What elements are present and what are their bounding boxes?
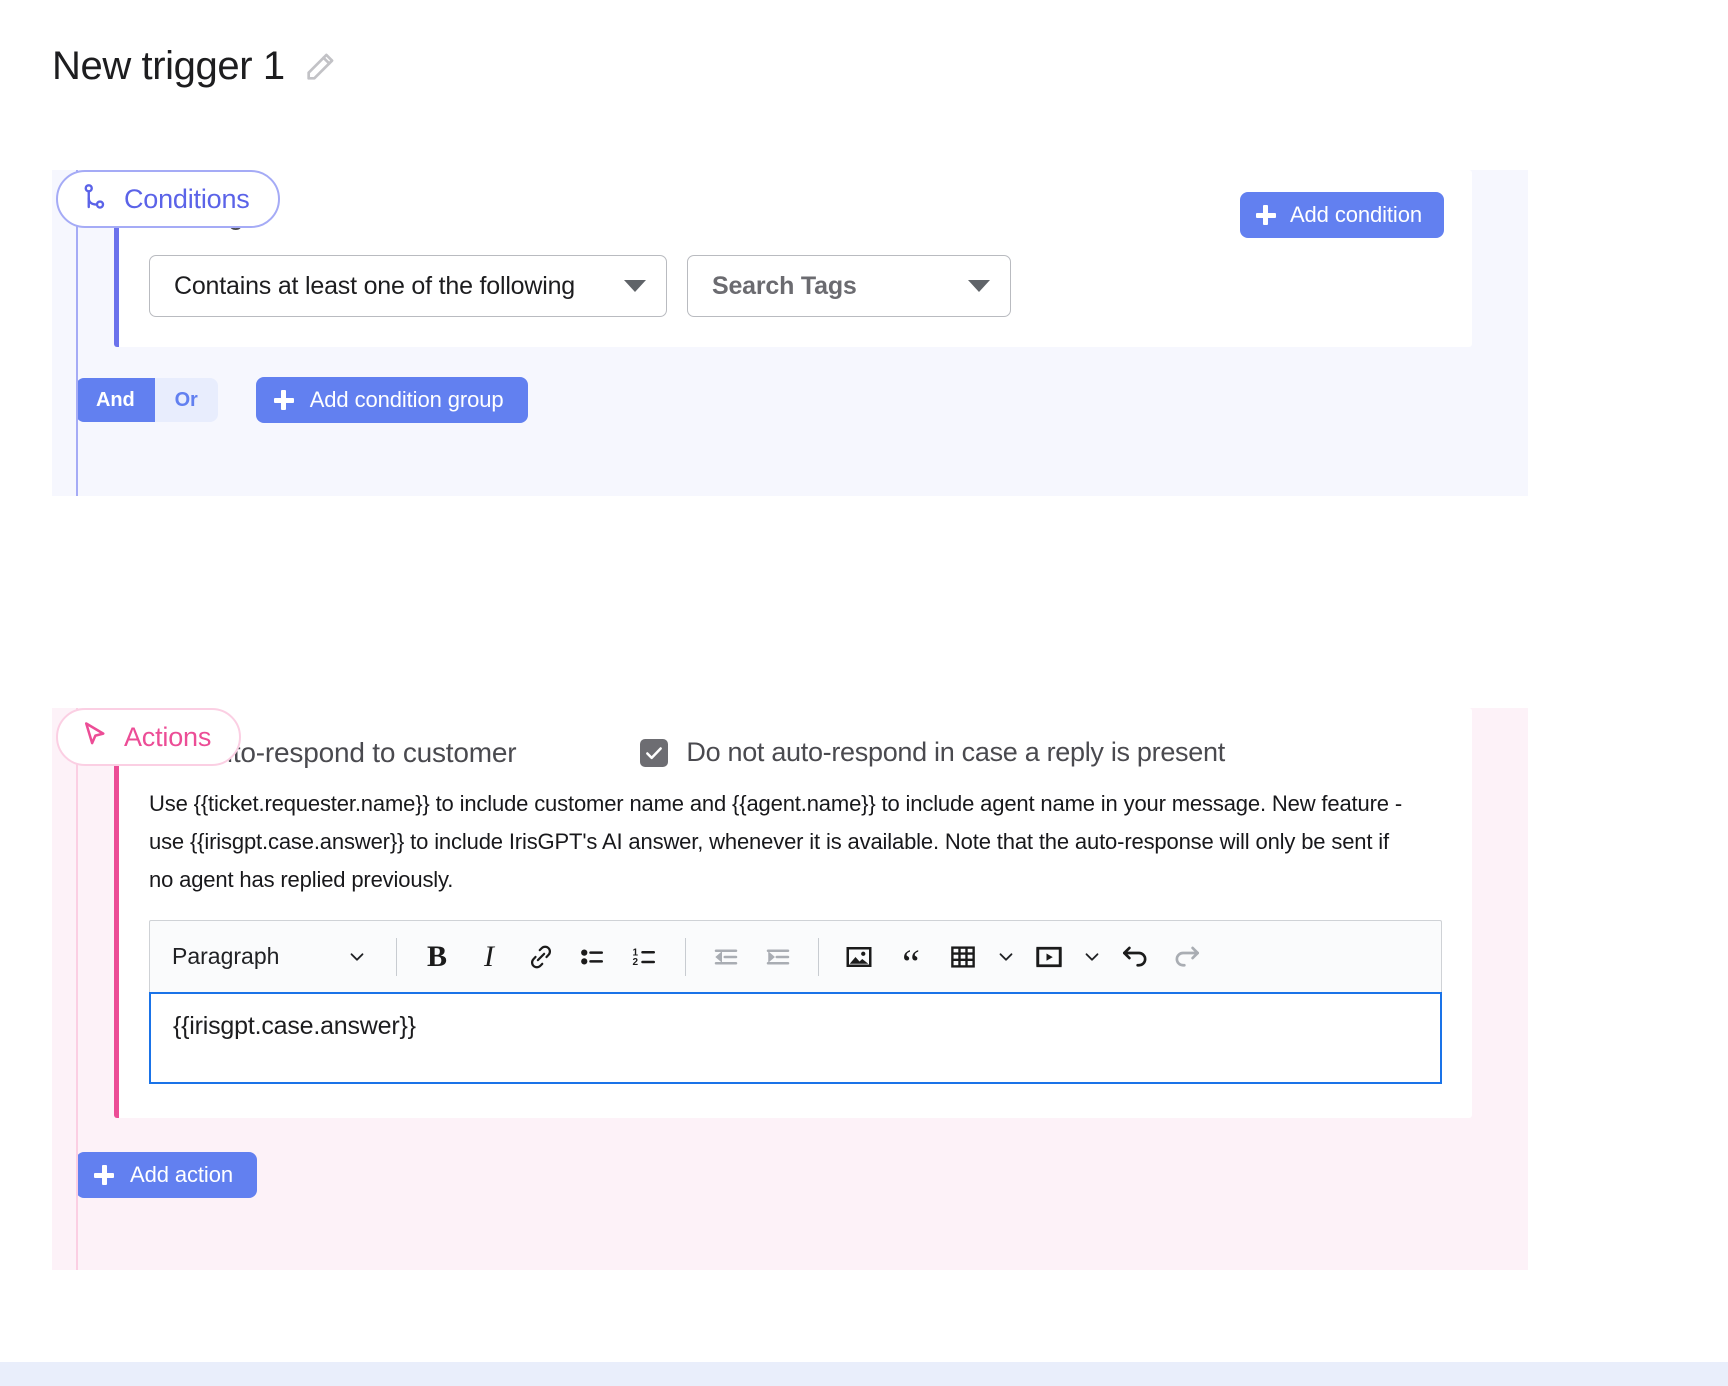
link-icon[interactable]: [515, 933, 567, 981]
action-card: Auto-respond to customer Do not auto-res…: [114, 708, 1472, 1119]
plus-icon: [94, 1165, 114, 1186]
actions-connector: [76, 708, 78, 1270]
add-condition-button[interactable]: Add condition: [1239, 192, 1444, 238]
add-action-button[interactable]: Add action: [76, 1152, 257, 1199]
add-condition-label: Add condition: [1289, 202, 1422, 227]
blockquote-icon[interactable]: “: [885, 940, 937, 988]
conditions-section: Conditions Tags Add condition Conta: [0, 170, 1728, 586]
undo-icon[interactable]: [1109, 933, 1161, 981]
no-autorespond-checkbox[interactable]: [640, 738, 669, 767]
italic-icon[interactable]: I: [463, 933, 515, 981]
conditions-panel: Tags Add condition Contains at least one…: [52, 170, 1528, 496]
media-icon[interactable]: [1023, 933, 1075, 981]
caret-down-icon: [624, 280, 646, 292]
bold-icon[interactable]: B: [411, 933, 463, 981]
action-description: Use {{ticket.requester.name}} to include…: [149, 791, 1402, 892]
editor-content[interactable]: {{irisgpt.case.answer}}: [149, 992, 1442, 1085]
cursor-icon: [80, 720, 110, 755]
condition-operator-value: Contains at least one of the following: [174, 271, 575, 300]
action-title: Auto-respond to customer: [199, 736, 517, 768]
actions-panel: Auto-respond to customer Do not auto-res…: [52, 708, 1528, 1270]
chevron-down-icon: [350, 953, 364, 961]
add-condition-group-button[interactable]: Add condition group: [255, 377, 528, 423]
toolbar-divider: [685, 937, 686, 976]
conditions-pill-label: Conditions: [124, 183, 250, 214]
toolbar-divider: [818, 937, 819, 976]
toggle-and[interactable]: And: [76, 378, 155, 422]
footer-strip: [0, 1362, 1728, 1386]
outdent-icon[interactable]: [700, 933, 752, 981]
conditions-pill: Conditions: [56, 170, 280, 228]
editor-toolbar: Paragraph B I 12 “: [149, 920, 1442, 993]
branch-icon: [80, 182, 110, 217]
image-icon[interactable]: [833, 933, 885, 981]
redo-icon[interactable]: [1161, 933, 1213, 981]
condition-inputs-row: Contains at least one of the following S…: [149, 255, 1444, 317]
condition-operator-select[interactable]: Contains at least one of the following: [149, 255, 667, 317]
media-chevron-icon[interactable]: [1075, 933, 1109, 981]
bulleted-list-icon[interactable]: [567, 933, 619, 981]
add-condition-group-label: Add condition group: [309, 387, 504, 412]
plus-icon: [273, 390, 294, 410]
add-action-label: Add action: [130, 1162, 233, 1188]
block-format-select[interactable]: Paragraph: [164, 933, 382, 981]
page-header: New trigger 1: [0, 0, 1728, 104]
svg-text:2: 2: [633, 957, 639, 968]
logic-row: And Or Add condition group: [52, 347, 1528, 457]
no-autorespond-label: Do not auto-respond in case a reply is p…: [686, 737, 1225, 767]
pencil-icon[interactable]: [303, 50, 337, 89]
rich-text-editor: Paragraph B I 12 “ {{irisgpt.case.answer…: [149, 920, 1442, 1085]
table-icon[interactable]: [937, 933, 989, 981]
plus-icon: [1255, 205, 1276, 225]
actions-pill: Actions: [56, 708, 242, 766]
condition-card: Tags Add condition Contains at least one…: [114, 170, 1472, 347]
table-chevron-icon[interactable]: [989, 933, 1023, 981]
block-format-value: Paragraph: [172, 943, 280, 970]
and-or-toggle[interactable]: And Or: [76, 378, 218, 422]
numbered-list-icon[interactable]: 12: [619, 933, 671, 981]
indent-icon[interactable]: [752, 933, 804, 981]
page-title: New trigger 1: [52, 44, 285, 88]
condition-tags-select[interactable]: Search Tags: [687, 255, 1011, 317]
toolbar-divider: [396, 937, 397, 976]
toggle-or[interactable]: Or: [154, 378, 218, 422]
actions-pill-label: Actions: [124, 721, 212, 752]
condition-tags-placeholder: Search Tags: [712, 271, 857, 300]
action-card-header: Auto-respond to customer Do not auto-res…: [149, 734, 1442, 771]
actions-section: Actions Auto-respond to customer Do not …: [0, 708, 1728, 1270]
caret-down-icon: [968, 280, 990, 292]
